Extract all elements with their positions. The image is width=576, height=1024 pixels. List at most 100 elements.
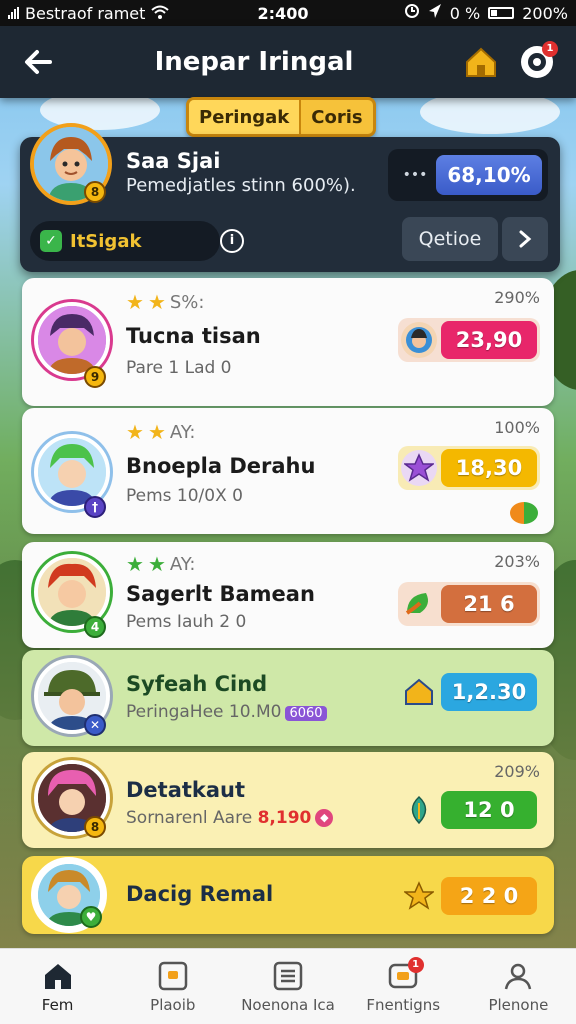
battery-text: 0 % — [449, 3, 481, 23]
entry-subtitle: Pems Iauh 2 0 — [126, 612, 247, 632]
bottom-nav: Fem Plaoib Noenona Ica 1 Fnentigns Pleno… — [0, 948, 576, 1024]
back-button[interactable] — [16, 40, 60, 84]
battery-percent: 200% — [522, 3, 568, 23]
player-name: Saa Sjai — [126, 149, 221, 173]
entry-percent: 100% — [494, 418, 540, 437]
home-icon — [44, 963, 71, 989]
status-bar: Bestraof ramet 2:400 0 % 200% — [0, 0, 576, 26]
entry-stars: ★ ★ AY: — [126, 552, 195, 576]
entry-score: 12 0 — [441, 791, 537, 829]
house-icon — [466, 47, 496, 77]
list-icon — [273, 961, 303, 990]
score-dots: ••• — [402, 167, 428, 183]
entry-name: Sagerlt Bamean — [126, 582, 315, 606]
entry-score-group: 12 0 — [398, 788, 540, 832]
entry-level-badge: ♥ — [80, 906, 102, 928]
nav-label: Plenone — [488, 995, 549, 1014]
clock: 2:400 — [257, 3, 309, 23]
leaf-token-icon — [401, 586, 437, 622]
tab-coris[interactable]: Coris — [299, 100, 372, 134]
play-icon — [158, 961, 188, 990]
info-icon[interactable]: i — [220, 229, 244, 253]
player-panel: 8 Saa Sjai Pemedjatles stinn 600%). ••• … — [20, 123, 560, 272]
entry-subtitle-text: PeringaHee 10.M0 — [126, 702, 282, 722]
leaderboard-entry[interactable]: ✕ Syfeah Cind PeringaHee 10.M0 6060 1,2.3… — [22, 650, 554, 746]
leaderboard-entry[interactable]: 9 ★ ★ S%: 290% Tucna tisan Pare 1 Lad 0 2… — [22, 278, 554, 406]
notification-dot: 1 — [542, 41, 558, 57]
page-title: Inepar Iringal — [154, 47, 354, 77]
entry-subtitle: PeringaHee 10.M0 6060 — [126, 702, 327, 722]
entry-level-badge: 9 — [84, 366, 106, 388]
entry-sub-value: 8,190 — [257, 808, 312, 828]
star-icon: ★ — [126, 290, 144, 314]
entry-score: 2 2 0 — [441, 877, 537, 915]
profile-icon — [505, 963, 532, 989]
entry-percent: 290% — [494, 288, 540, 307]
entry-name: Syfeah Cind — [126, 672, 268, 696]
coin-icon: ◆ — [315, 809, 334, 827]
nav-item-messages[interactable]: 1 Fnentigns — [346, 949, 461, 1024]
avatar-token-icon — [401, 322, 437, 358]
player-status[interactable]: ✓ ItSigak — [30, 221, 220, 261]
entry-rank-text: AY: — [169, 421, 196, 443]
leaderboard-tabs: Peringak Coris — [186, 97, 376, 137]
star-icon: ★ — [147, 420, 166, 444]
leaderboard-list: 9 ★ ★ S%: 290% Tucna tisan Pare 1 Lad 0 2… — [22, 278, 558, 942]
entry-stars: ★ ★ AY: — [126, 420, 195, 444]
entry-score-group: 2 2 0 — [398, 874, 540, 918]
entry-stars: ★ ★ S%: — [126, 290, 204, 314]
settings-button[interactable]: 1 — [514, 39, 560, 85]
nav-label: Fnentigns — [366, 995, 441, 1014]
entry-percent: 209% — [494, 762, 540, 781]
nav-item-home[interactable]: Fem — [0, 949, 115, 1024]
nav-label: Noenona Ica — [241, 995, 335, 1014]
entry-rank-text: S%: — [169, 291, 205, 313]
checkmark-icon: ✓ — [40, 230, 62, 252]
entry-score: 21 6 — [441, 585, 537, 623]
entry-level-badge: 4 — [84, 616, 106, 638]
entry-subtitle: Sornarenl Aare 8,190 ◆ — [126, 808, 334, 828]
entry-sub-badge: 6060 — [285, 706, 327, 721]
entry-name: Bnoepla Derahu — [126, 454, 316, 478]
tab-peringak[interactable]: Peringak — [189, 100, 300, 134]
entry-level-badge: ✕ — [84, 714, 106, 736]
leaderboard-entry[interactable]: † ★ ★ AY: 100% Bnoepla Derahu Pems 10/0X … — [22, 408, 554, 534]
leaderboard-entry[interactable]: 8 209% Detatkaut Sornarenl Aare 8,190 ◆ 1… — [22, 752, 554, 848]
back-arrow-icon — [25, 50, 52, 74]
entry-score-group: 18,30 — [398, 446, 540, 490]
battery-icon — [488, 7, 515, 19]
nav-item-profile[interactable]: Plenone — [461, 949, 576, 1024]
entry-score-group: 1,2.30 — [398, 670, 540, 714]
entry-score: 1,2.30 — [441, 673, 537, 711]
star-token-icon — [401, 878, 437, 914]
nav-item-list[interactable]: Noenona Ica — [230, 949, 345, 1024]
rank-home-button[interactable] — [458, 39, 504, 85]
entry-level-badge: † — [84, 496, 106, 518]
entry-subtitle: Pems 10/0X 0 — [126, 486, 243, 506]
entry-subtitle: Pare 1 Lad 0 — [126, 358, 232, 378]
signal-icon — [8, 7, 19, 19]
app-header: Inepar Iringal 1 — [0, 26, 576, 98]
star-icon: ★ — [147, 552, 166, 576]
location-icon — [428, 3, 442, 23]
carrier-name: Bestraof ramet — [25, 3, 146, 23]
chevron-right-icon — [519, 230, 532, 248]
entry-score: 23,90 — [441, 321, 537, 359]
entry-name: Tucna tisan — [126, 324, 261, 348]
entry-score: 18,30 — [441, 449, 537, 487]
player-level-badge: 8 — [84, 181, 106, 203]
next-button[interactable] — [502, 217, 548, 261]
entry-percent: 203% — [494, 552, 540, 571]
entry-score-group: 21 6 — [398, 582, 540, 626]
entry-name: Dacig Remal — [126, 882, 274, 906]
option-button[interactable]: Qetioe — [402, 217, 498, 261]
leaderboard-entry[interactable]: ♥ Dacig Remal 2 2 0 — [22, 856, 554, 934]
player-score: 68,10% — [436, 155, 542, 195]
star-token-icon — [401, 450, 437, 486]
nav-label: Fem — [41, 995, 74, 1014]
entry-subtitle-text: Sornarenl Aare — [126, 808, 253, 828]
entry-name: Detatkaut — [126, 778, 246, 802]
nav-item-play[interactable]: Plaoib — [115, 949, 230, 1024]
leaderboard-entry[interactable]: 4 ★ ★ AY: 203% Sagerlt Bamean Pems Iauh 2… — [22, 542, 554, 648]
player-score-box: ••• 68,10% — [388, 149, 548, 201]
